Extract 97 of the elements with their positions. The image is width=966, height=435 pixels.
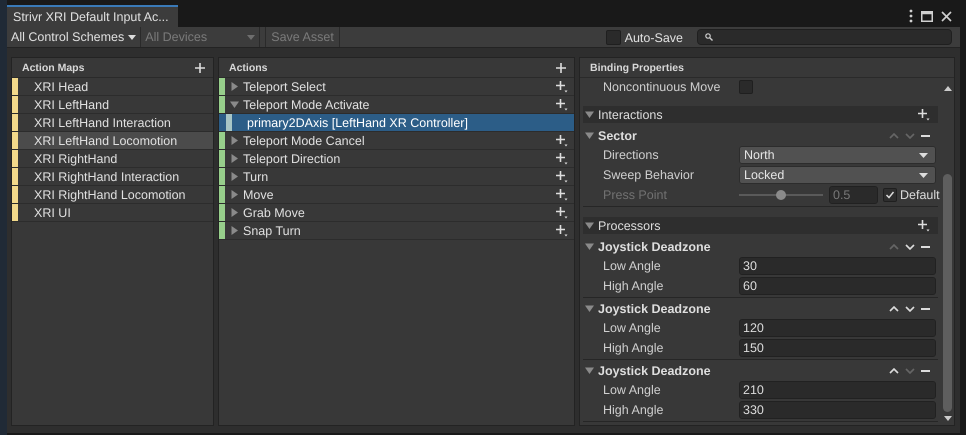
expand-arrow-icon[interactable] <box>230 226 239 235</box>
number-field[interactable]: 60 <box>739 277 936 295</box>
action-label: Turn <box>243 170 270 184</box>
add-binding-icon[interactable] <box>556 170 568 182</box>
section-title: Interactions <box>598 108 664 122</box>
auto-save-checkbox[interactable] <box>606 30 621 44</box>
expand-arrow-icon[interactable] <box>230 190 239 199</box>
field-label: High Angle <box>603 341 664 355</box>
expand-arrow-icon[interactable] <box>230 154 239 163</box>
close-icon[interactable] <box>941 10 952 22</box>
caret-icon <box>919 172 928 178</box>
expand-arrow-icon[interactable] <box>585 221 594 230</box>
expand-arrow-icon[interactable] <box>585 366 594 375</box>
add-binding-icon[interactable] <box>556 134 568 146</box>
expand-arrow-icon[interactable] <box>585 131 594 140</box>
expand-arrow-icon[interactable] <box>585 110 594 119</box>
expand-arrow-icon[interactable] <box>230 136 239 145</box>
action-map-item[interactable]: XRI RightHand Locomotion <box>12 186 213 204</box>
expand-arrow-icon[interactable] <box>230 172 239 181</box>
control-scheme-dropdown[interactable]: All Control Schemes <box>7 27 142 47</box>
action-item[interactable]: Turn <box>219 168 574 186</box>
panel-title: Binding Properties <box>590 62 684 74</box>
field-label: Low Angle <box>603 321 662 335</box>
action-item[interactable]: Teleport Mode Cancel <box>219 132 574 150</box>
more-icon[interactable] <box>909 9 913 23</box>
search-field[interactable] <box>697 29 952 45</box>
expand-arrow-icon[interactable] <box>585 304 594 313</box>
add-binding-icon[interactable] <box>556 152 568 164</box>
number-field[interactable]: 30 <box>739 257 936 275</box>
action-item[interactable]: Teleport Select <box>219 78 574 96</box>
field-label: High Angle <box>603 403 664 417</box>
add-binding-icon[interactable] <box>556 98 568 110</box>
number-field[interactable]: 150 <box>739 339 936 357</box>
add-binding-icon[interactable] <box>556 80 568 92</box>
action-label: Grab Move <box>243 206 306 220</box>
dropdown-field[interactable]: North <box>739 146 936 164</box>
caret-icon <box>919 152 928 158</box>
caret-icon <box>128 34 136 40</box>
action-map-item[interactable]: XRI RightHand Interaction <box>12 168 213 186</box>
action-map-item[interactable]: XRI UI <box>12 204 213 222</box>
dropdown-field[interactable]: Locked <box>739 166 936 184</box>
action-item[interactable]: Grab Move <box>219 204 574 222</box>
add-binding-icon[interactable] <box>556 206 568 218</box>
action-item[interactable]: Teleport Direction <box>219 150 574 168</box>
panel-title: Action Maps <box>22 62 84 74</box>
group-title: Joystick Deadzone <box>598 302 712 316</box>
check-icon <box>885 190 895 200</box>
binding-item[interactable]: primary2DAxis [LeftHand XR Controller] <box>219 114 574 132</box>
section-header[interactable]: Interactions <box>583 106 938 123</box>
action-label: Snap Turn <box>243 224 302 238</box>
field-label: Directions <box>603 148 660 162</box>
field-label: High Angle <box>603 279 664 293</box>
default-label: Default <box>900 188 940 202</box>
scroll-up-icon[interactable] <box>944 86 952 91</box>
action-label: Teleport Select <box>243 80 327 94</box>
add-icon[interactable] <box>918 220 930 232</box>
field-label: Low Angle <box>603 259 662 273</box>
action-label: Move <box>243 188 275 202</box>
field-label: Press Point <box>603 188 668 202</box>
auto-save-label: Auto-Save <box>624 30 683 45</box>
add-binding-icon[interactable] <box>556 188 568 200</box>
window-tab[interactable]: Strivr XRI Default Input Ac... <box>7 5 178 27</box>
section-title: Processors <box>598 218 662 232</box>
action-map-item[interactable]: XRI LeftHand Locomotion <box>12 132 213 150</box>
expand-arrow-icon[interactable] <box>230 82 239 91</box>
action-label: Teleport Mode Cancel <box>243 134 366 148</box>
section-header[interactable]: Processors <box>583 217 938 234</box>
action-map-item[interactable]: XRI LeftHand <box>12 96 213 114</box>
noncontinuous-move-checkbox[interactable] <box>739 80 753 94</box>
scroll-down-icon[interactable] <box>944 416 952 421</box>
expand-arrow-icon[interactable] <box>230 208 239 217</box>
action-item[interactable]: Snap Turn <box>219 222 574 240</box>
action-item[interactable]: Move <box>219 186 574 204</box>
scrollbar-thumb[interactable] <box>943 174 952 412</box>
action-label: Teleport Mode Activate <box>243 98 370 112</box>
action-label: Teleport Direction <box>243 152 342 166</box>
number-field[interactable]: 330 <box>739 401 936 419</box>
maximize-icon[interactable] <box>921 10 933 22</box>
expand-arrow-icon[interactable] <box>585 242 594 251</box>
field-label: Low Angle <box>603 383 662 397</box>
number-field[interactable]: 120 <box>739 319 936 337</box>
field-label: Noncontinuous Move <box>603 80 722 94</box>
action-map-item[interactable]: XRI RightHand <box>12 150 213 168</box>
action-map-item[interactable]: XRI Head <box>12 78 213 96</box>
add-binding-icon[interactable] <box>556 224 568 236</box>
number-field[interactable]: 210 <box>739 381 936 399</box>
add-icon[interactable] <box>918 108 930 120</box>
group-title: Sector <box>598 128 638 142</box>
group-title: Joystick Deadzone <box>598 240 712 254</box>
group-title: Joystick Deadzone <box>598 364 712 378</box>
field-label: Sweep Behavior <box>603 168 696 182</box>
add-icon[interactable] <box>556 62 566 72</box>
caret-icon <box>247 34 256 40</box>
add-icon[interactable] <box>195 62 205 72</box>
search-icon <box>705 33 713 41</box>
panel-title: Actions <box>229 62 268 74</box>
expand-arrow-icon[interactable] <box>230 100 239 109</box>
